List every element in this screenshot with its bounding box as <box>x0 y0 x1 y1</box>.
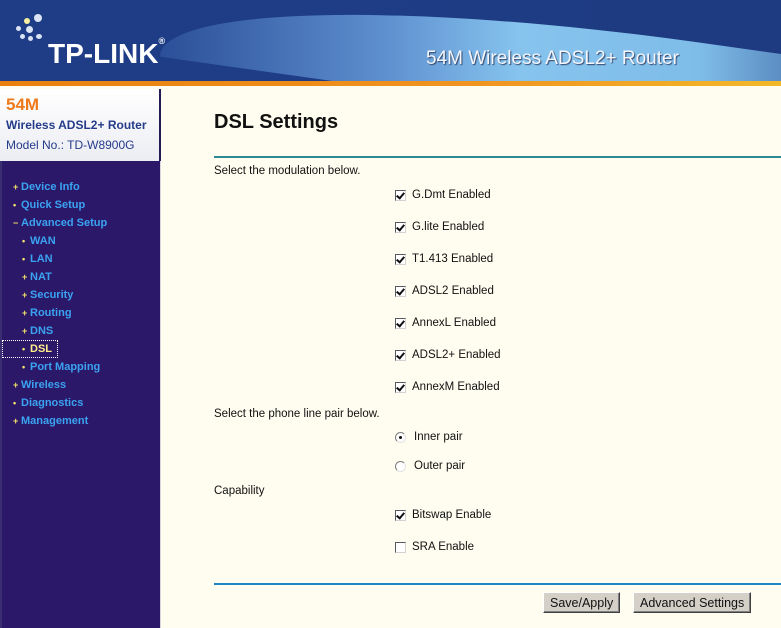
bullet-icon: • <box>13 398 17 408</box>
model-number: Model No.: TD-W8900G <box>6 138 135 152</box>
bullet-icon: • <box>22 344 26 354</box>
checkbox-box[interactable] <box>395 189 406 201</box>
checkbox-label: G.lite Enabled <box>412 221 485 233</box>
banner-wave-decoration <box>160 0 781 86</box>
expand-icon: + <box>22 290 28 300</box>
sidebar-item-label: Port Mapping <box>30 361 101 373</box>
sidebar-item-dns[interactable]: + DNS <box>22 324 53 338</box>
expand-icon: + <box>22 272 28 282</box>
modulation-label: Select the modulation below. <box>214 165 361 177</box>
bullet-icon: • <box>22 362 26 372</box>
sidebar-item-nat[interactable]: + NAT <box>22 270 52 284</box>
sidebar-item-advanced-setup[interactable]: − Advanced Setup <box>13 216 107 230</box>
expand-icon: + <box>13 182 19 192</box>
sidebar-item-label: Management <box>21 415 89 427</box>
sidebar-item-quick-setup[interactable]: • Quick Setup <box>13 198 85 212</box>
page-title: DSL Settings <box>214 111 339 133</box>
brand-logo: TP-LINK® <box>48 36 166 69</box>
bullet-icon: • <box>22 236 26 246</box>
brand-text: TP-LINK <box>48 38 159 69</box>
model-name: Wireless ADSL2+ Router <box>6 118 147 132</box>
outer-pair-radio[interactable]: Outer pair <box>395 460 465 472</box>
sidebar-item-label: Wireless <box>21 379 67 391</box>
checkbox-label: ADSL2 Enabled <box>412 285 494 297</box>
t1413-checkbox[interactable]: T1.413 Enabled <box>395 253 493 265</box>
sidebar-item-wireless[interactable]: + Wireless <box>13 378 66 392</box>
sidebar-item-routing[interactable]: + Routing <box>22 306 72 320</box>
checkbox-label: ADSL2+ Enabled <box>412 349 501 361</box>
annexl-checkbox[interactable]: AnnexL Enabled <box>395 317 496 329</box>
checkbox-box[interactable] <box>395 541 406 553</box>
sidebar-item-diagnostics[interactable]: • Diagnostics <box>13 396 83 410</box>
sidebar-item-label: NAT <box>30 271 52 283</box>
expand-icon: + <box>22 326 28 336</box>
checkbox-label: AnnexL Enabled <box>412 317 496 329</box>
checkbox-label: T1.413 Enabled <box>412 253 494 265</box>
speed-label: 54M <box>6 95 40 114</box>
sidebar-item-label: Quick Setup <box>21 199 86 211</box>
bullet-icon: • <box>13 200 17 210</box>
sidebar-item-dsl[interactable]: • DSL <box>2 340 58 358</box>
checkbox-box[interactable] <box>395 317 406 329</box>
sidebar-edge <box>0 161 2 628</box>
collapse-icon: − <box>13 218 19 228</box>
radio-label: Outer pair <box>414 460 466 472</box>
divider <box>214 583 781 585</box>
sidebar-nav: + Device Info • Quick Setup − Advanced Setu… <box>0 161 161 628</box>
tp-link-logo-icon <box>14 12 50 46</box>
checkbox-box[interactable] <box>395 253 406 265</box>
banner-stripe <box>0 81 781 86</box>
sidebar-item-label: DNS <box>30 325 54 337</box>
sra-checkbox[interactable]: SRA Enable <box>395 541 474 553</box>
checkbox-label: G.Dmt Enabled <box>412 189 491 201</box>
expand-icon: + <box>13 380 19 390</box>
sidebar-item-lan[interactable]: • LAN <box>22 252 53 266</box>
checkbox-box[interactable] <box>395 381 406 393</box>
sidebar-item-label: Routing <box>30 307 72 319</box>
sidebar-item-device-info[interactable]: + Device Info <box>13 180 80 194</box>
checkbox-label: Bitswap Enable <box>412 509 492 521</box>
sidebar-item-label: Security <box>30 289 74 301</box>
sidebar-item-label: Diagnostics <box>21 397 84 409</box>
annexm-checkbox[interactable]: AnnexM Enabled <box>395 381 500 393</box>
main-content: DSL Settings Select the modulation below… <box>162 89 781 628</box>
save-apply-button[interactable]: Save/Apply <box>543 592 621 613</box>
checkbox-box[interactable] <box>395 349 406 361</box>
expand-icon: + <box>22 308 28 318</box>
adsl2-checkbox[interactable]: ADSL2 Enabled <box>395 285 494 297</box>
capability-label: Capability <box>214 485 265 497</box>
inner-pair-radio[interactable]: Inner pair <box>395 431 463 443</box>
checkbox-box[interactable] <box>395 221 406 233</box>
checkbox-box[interactable] <box>395 285 406 297</box>
radio-button[interactable] <box>395 460 406 472</box>
divider <box>214 156 781 158</box>
checkbox-box[interactable] <box>395 509 406 521</box>
header-banner: TP-LINK® 54M Wireless ADSL2+ Router <box>0 0 781 86</box>
phone-pair-label: Select the phone line pair below. <box>214 408 380 420</box>
sidebar-item-label: Device Info <box>21 181 80 193</box>
checkbox-label: SRA Enable <box>412 541 475 553</box>
glite-checkbox[interactable]: G.lite Enabled <box>395 221 484 233</box>
product-title: 54M Wireless ADSL2+ Router <box>426 48 679 69</box>
sidebar-item-label: LAN <box>30 253 53 265</box>
bullet-icon: • <box>22 254 26 264</box>
sidebar-item-security[interactable]: + Security <box>22 288 73 302</box>
device-info-panel: 54M Wireless ADSL2+ Router Model No.: TD… <box>0 89 161 161</box>
radio-label: Inner pair <box>414 431 463 443</box>
sidebar-item-label: WAN <box>30 235 56 247</box>
radio-button[interactable] <box>395 431 406 443</box>
sidebar-item-port-mapping[interactable]: • Port Mapping <box>22 360 100 374</box>
gdmt-checkbox[interactable]: G.Dmt Enabled <box>395 189 491 201</box>
sidebar-item-label: DSL <box>30 343 52 355</box>
sidebar-item-wan[interactable]: • WAN <box>22 234 56 248</box>
adsl2plus-checkbox[interactable]: ADSL2+ Enabled <box>395 349 501 361</box>
bitswap-checkbox[interactable]: Bitswap Enable <box>395 509 491 521</box>
sidebar-item-label: Advanced Setup <box>21 217 108 229</box>
sidebar-item-management[interactable]: + Management <box>13 414 88 428</box>
advanced-settings-button[interactable]: Advanced Settings <box>633 592 752 613</box>
expand-icon: + <box>13 416 19 426</box>
checkbox-label: AnnexM Enabled <box>412 381 500 393</box>
